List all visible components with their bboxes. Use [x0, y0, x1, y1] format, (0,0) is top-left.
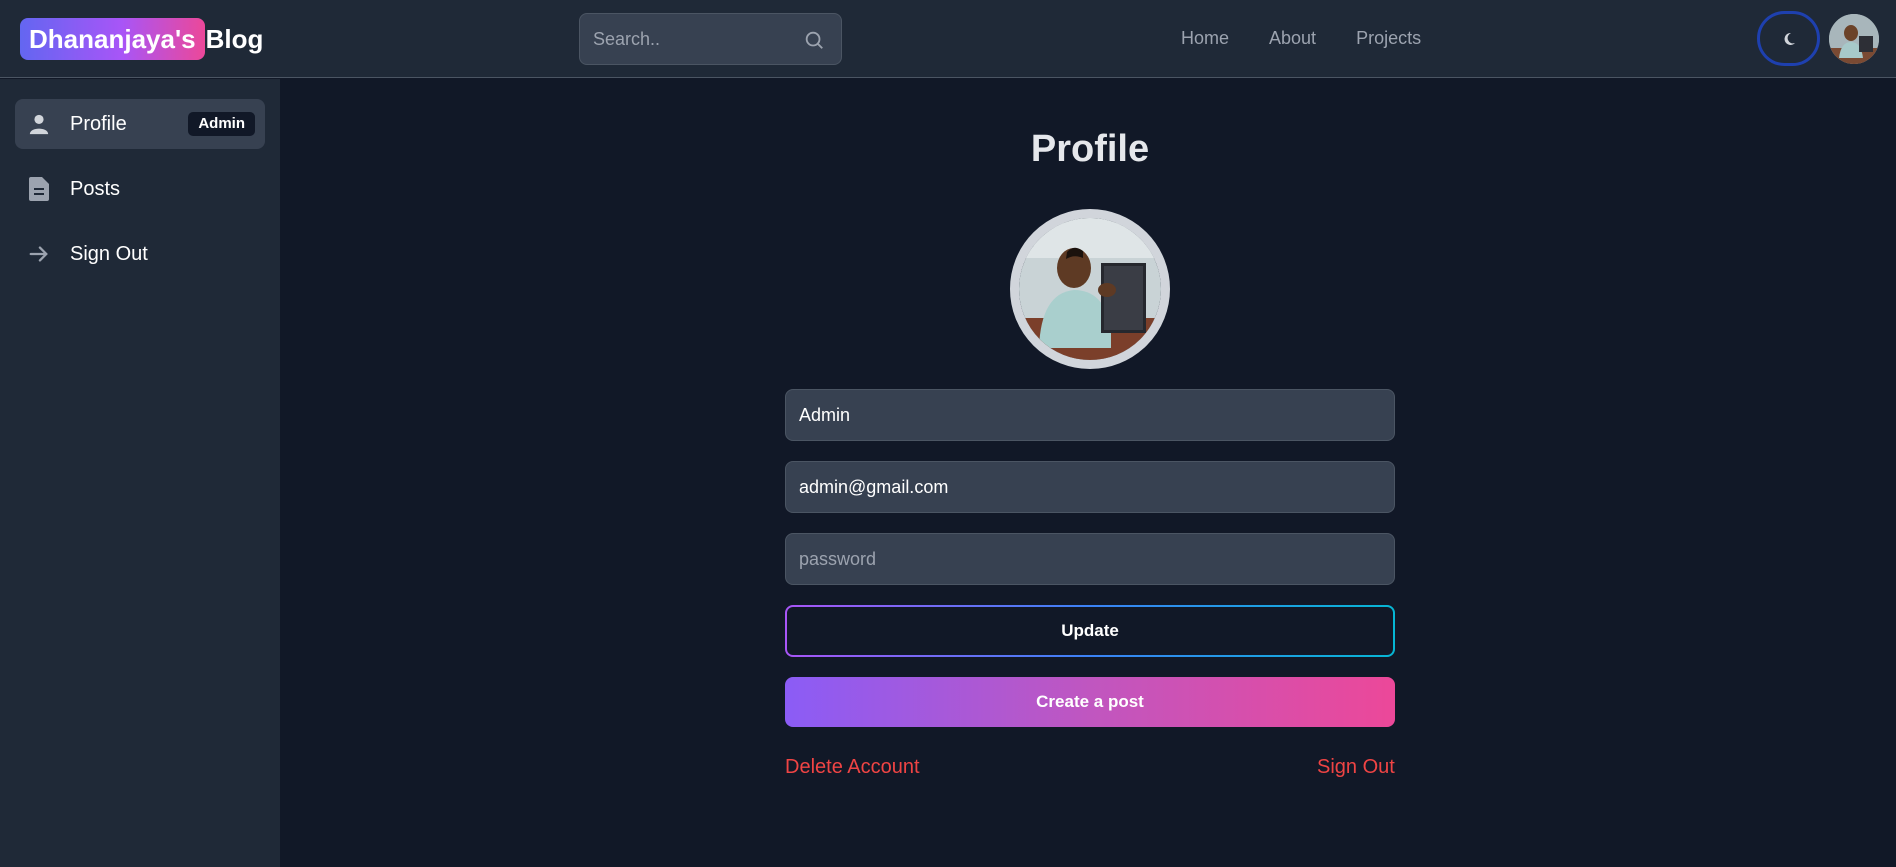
sidebar-item-label: Sign Out — [70, 242, 148, 265]
email-field[interactable] — [785, 461, 1395, 513]
search-input[interactable] — [580, 14, 841, 64]
delete-account-link[interactable]: Delete Account — [785, 756, 920, 779]
sidebar-item-label: Profile — [70, 112, 127, 135]
search-icon[interactable] — [803, 29, 825, 51]
logo-highlight: Dhananjaya's — [20, 18, 205, 60]
site-logo[interactable]: Dhananjaya's Blog — [20, 18, 263, 60]
avatar-photo — [1829, 14, 1879, 64]
sidebar-item-posts[interactable]: Posts — [15, 164, 265, 214]
profile-photo — [1019, 218, 1161, 360]
profile-picture[interactable] — [1010, 209, 1170, 369]
password-field[interactable] — [785, 533, 1395, 585]
nav-link-projects[interactable]: Projects — [1356, 28, 1421, 49]
sidebar-item-label: Posts — [70, 177, 121, 200]
nav-link-about[interactable]: About — [1269, 28, 1316, 49]
page-title: Profile — [1030, 128, 1150, 170]
document-icon — [28, 177, 50, 201]
sign-out-link[interactable]: Sign Out — [1317, 756, 1395, 779]
user-icon — [28, 113, 50, 135]
theme-toggle-button[interactable] — [1757, 11, 1820, 66]
moon-icon — [1784, 32, 1795, 45]
username-field[interactable] — [785, 389, 1395, 441]
sidebar: Profile Admin Posts Sign Out — [0, 79, 280, 867]
main-nav: Home About Projects — [1181, 28, 1461, 49]
nav-link-home[interactable]: Home — [1181, 28, 1229, 49]
user-avatar[interactable] — [1829, 14, 1879, 64]
sidebar-item-sign-out[interactable]: Sign Out — [15, 229, 265, 279]
search-box — [579, 13, 842, 65]
sidebar-item-profile[interactable]: Profile Admin — [15, 99, 265, 149]
update-button[interactable]: Update — [785, 605, 1395, 657]
role-badge: Admin — [188, 112, 255, 136]
top-navbar: Dhananjaya's Blog Home About Projects — [0, 0, 1896, 78]
create-post-button[interactable]: Create a post — [785, 677, 1395, 727]
logo-text: Blog — [205, 23, 264, 54]
arrow-right-icon — [28, 243, 50, 265]
update-button-label: Update — [787, 607, 1393, 655]
